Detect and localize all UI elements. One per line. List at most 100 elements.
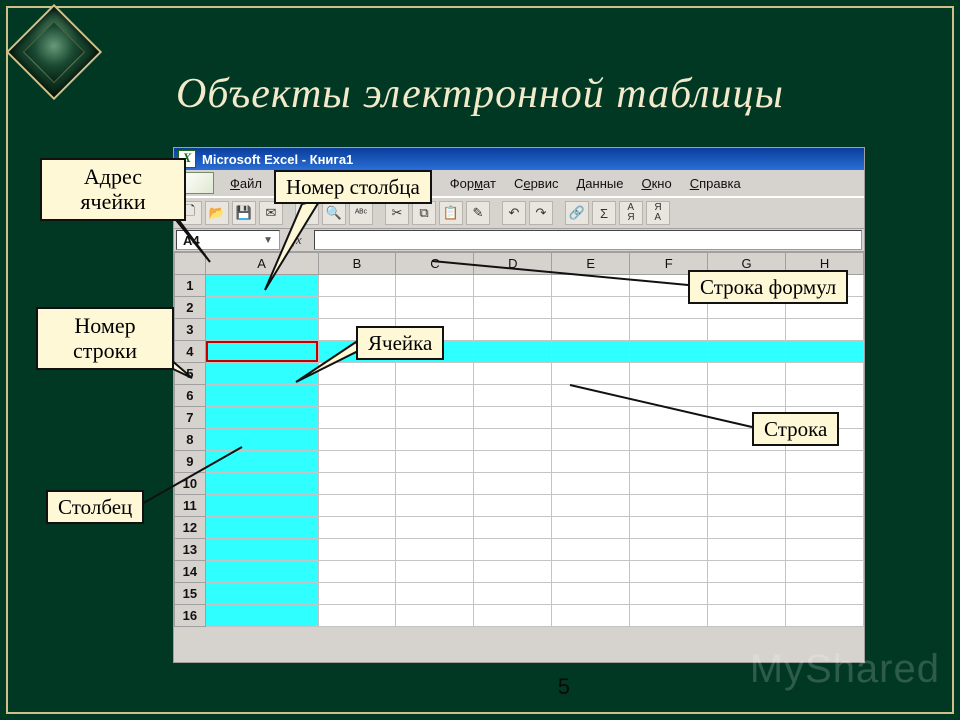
row-header[interactable]: 9 bbox=[175, 451, 206, 473]
cell[interactable] bbox=[630, 495, 708, 517]
cell[interactable] bbox=[552, 385, 630, 407]
cell[interactable] bbox=[205, 605, 318, 627]
cut-icon[interactable]: ✂ bbox=[385, 201, 409, 225]
cell[interactable] bbox=[786, 605, 864, 627]
cell[interactable] bbox=[318, 363, 396, 385]
cell[interactable] bbox=[552, 539, 630, 561]
cell[interactable] bbox=[396, 429, 474, 451]
cell[interactable] bbox=[474, 583, 552, 605]
cell[interactable] bbox=[318, 473, 396, 495]
cell[interactable] bbox=[318, 275, 396, 297]
cell[interactable] bbox=[318, 451, 396, 473]
cell[interactable] bbox=[318, 297, 396, 319]
cell[interactable] bbox=[474, 517, 552, 539]
cell[interactable] bbox=[318, 539, 396, 561]
cell[interactable] bbox=[396, 407, 474, 429]
select-all-corner[interactable] bbox=[175, 253, 206, 275]
cell[interactable] bbox=[318, 429, 396, 451]
cell[interactable] bbox=[552, 605, 630, 627]
cell[interactable] bbox=[396, 539, 474, 561]
copy-icon[interactable]: ⧉ bbox=[412, 201, 436, 225]
cell[interactable] bbox=[630, 517, 708, 539]
open-file-icon[interactable]: 📂 bbox=[205, 201, 229, 225]
cell[interactable] bbox=[318, 407, 396, 429]
cell[interactable] bbox=[474, 297, 552, 319]
row-header[interactable]: 13 bbox=[175, 539, 206, 561]
column-header[interactable]: C bbox=[396, 253, 474, 275]
cell[interactable] bbox=[396, 297, 474, 319]
cell[interactable] bbox=[396, 583, 474, 605]
cell[interactable] bbox=[396, 605, 474, 627]
cell[interactable] bbox=[205, 517, 318, 539]
cell[interactable] bbox=[474, 605, 552, 627]
cell[interactable] bbox=[708, 451, 786, 473]
cell[interactable] bbox=[552, 451, 630, 473]
cell[interactable] bbox=[318, 583, 396, 605]
cell[interactable] bbox=[318, 517, 396, 539]
cell[interactable] bbox=[786, 561, 864, 583]
cell[interactable] bbox=[708, 539, 786, 561]
cell[interactable] bbox=[318, 561, 396, 583]
cell[interactable] bbox=[205, 297, 318, 319]
print-icon[interactable]: 🖶 bbox=[295, 201, 319, 225]
cell[interactable] bbox=[630, 451, 708, 473]
cell[interactable] bbox=[205, 275, 318, 297]
cell[interactable] bbox=[552, 429, 630, 451]
cell[interactable] bbox=[552, 275, 630, 297]
menu-item[interactable]: Формат bbox=[442, 174, 504, 193]
cell[interactable] bbox=[630, 341, 708, 363]
cell[interactable] bbox=[205, 495, 318, 517]
cell[interactable] bbox=[630, 385, 708, 407]
row-header[interactable]: 12 bbox=[175, 517, 206, 539]
cell[interactable] bbox=[630, 539, 708, 561]
cell[interactable] bbox=[474, 341, 552, 363]
cell[interactable] bbox=[205, 319, 318, 341]
cell[interactable] bbox=[786, 385, 864, 407]
cell[interactable] bbox=[474, 539, 552, 561]
cell[interactable] bbox=[552, 473, 630, 495]
cell[interactable] bbox=[708, 341, 786, 363]
cell[interactable] bbox=[396, 275, 474, 297]
column-header[interactable]: D bbox=[474, 253, 552, 275]
cell[interactable] bbox=[708, 363, 786, 385]
cell[interactable] bbox=[396, 451, 474, 473]
menu-item[interactable]: Данные bbox=[568, 174, 631, 193]
row-header[interactable]: 2 bbox=[175, 297, 206, 319]
cell[interactable] bbox=[708, 495, 786, 517]
cell[interactable] bbox=[318, 605, 396, 627]
cell[interactable] bbox=[708, 605, 786, 627]
row-header[interactable]: 8 bbox=[175, 429, 206, 451]
cell[interactable] bbox=[474, 561, 552, 583]
cell[interactable] bbox=[552, 583, 630, 605]
cell[interactable] bbox=[552, 341, 630, 363]
cell[interactable] bbox=[786, 319, 864, 341]
cell[interactable] bbox=[205, 583, 318, 605]
cell[interactable] bbox=[205, 385, 318, 407]
row-header[interactable]: 5 bbox=[175, 363, 206, 385]
format-painter-icon[interactable]: ✎ bbox=[466, 201, 490, 225]
hyperlink-icon[interactable]: 🔗 bbox=[565, 201, 589, 225]
cell[interactable] bbox=[205, 539, 318, 561]
cell[interactable] bbox=[708, 385, 786, 407]
cell[interactable] bbox=[396, 385, 474, 407]
cell[interactable] bbox=[474, 319, 552, 341]
cell[interactable] bbox=[552, 297, 630, 319]
row-header[interactable]: 6 bbox=[175, 385, 206, 407]
cell[interactable] bbox=[708, 561, 786, 583]
cell[interactable] bbox=[786, 495, 864, 517]
cell[interactable] bbox=[205, 429, 318, 451]
cell[interactable] bbox=[396, 363, 474, 385]
cell[interactable] bbox=[396, 473, 474, 495]
row-header[interactable]: 3 bbox=[175, 319, 206, 341]
cell[interactable] bbox=[630, 429, 708, 451]
fx-icon[interactable]: fx bbox=[284, 230, 310, 250]
cell[interactable] bbox=[630, 583, 708, 605]
menu-item[interactable]: Справка bbox=[682, 174, 749, 193]
sort-asc-icon[interactable]: АЯ bbox=[619, 201, 643, 225]
cell[interactable] bbox=[708, 473, 786, 495]
cell[interactable] bbox=[552, 363, 630, 385]
formula-input[interactable] bbox=[314, 230, 862, 250]
cell[interactable] bbox=[552, 319, 630, 341]
cell[interactable] bbox=[708, 517, 786, 539]
cell[interactable] bbox=[786, 539, 864, 561]
